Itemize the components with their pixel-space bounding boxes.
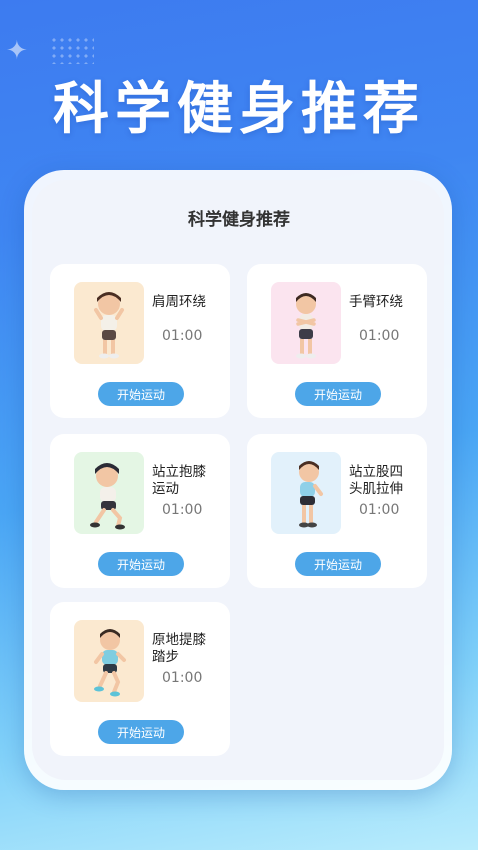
exercise-card[interactable]: 站立抱膝 运动 01:00 开始运动 — [50, 434, 230, 588]
exercise-card[interactable]: 原地提膝 踏步 01:00 开始运动 — [50, 602, 230, 756]
start-exercise-button[interactable]: 开始运动 — [295, 382, 381, 406]
exercise-name: 站立抱膝 运动 — [152, 464, 206, 497]
shirt — [102, 650, 118, 665]
exercise-duration: 01:00 — [359, 502, 400, 518]
pants — [102, 330, 116, 340]
exercise-name: 站立股四 头肌拉伸 — [349, 464, 403, 497]
figure-quad-stretch-icon — [271, 452, 341, 534]
hero-title: 科学健身推荐 — [53, 77, 425, 142]
decorative-dots — [50, 36, 94, 64]
exercise-name: 手臂环绕 — [349, 294, 403, 310]
exercise-duration: 01:00 — [162, 502, 203, 518]
exercise-duration: 01:00 — [359, 328, 400, 344]
shirt — [100, 487, 116, 502]
sparkle-icon: ✦ — [6, 36, 28, 66]
exercise-duration: 01:00 — [162, 328, 203, 344]
figure-arms-crossed-icon — [271, 282, 341, 364]
exercise-card[interactable]: 肩周环绕 01:00 开始运动 — [50, 264, 230, 418]
exercise-name: 肩周环绕 — [152, 294, 206, 310]
start-exercise-button[interactable]: 开始运动 — [98, 552, 184, 576]
figure-knee-hug-icon — [74, 452, 144, 534]
pants — [300, 496, 315, 505]
figure-marching-icon — [74, 620, 144, 702]
start-exercise-button[interactable]: 开始运动 — [98, 382, 184, 406]
start-exercise-button[interactable]: 开始运动 — [295, 552, 381, 576]
start-exercise-button[interactable]: 开始运动 — [98, 720, 184, 744]
shirt — [101, 315, 117, 331]
panel-title: 科学健身推荐 — [188, 210, 290, 230]
exercise-name: 原地提膝 踏步 — [152, 632, 206, 665]
exercise-duration: 01:00 — [162, 670, 203, 686]
exercise-card[interactable]: 站立股四 头肌拉伸 01:00 开始运动 — [247, 434, 427, 588]
shirt — [300, 482, 315, 497]
exercise-card[interactable]: 手臂环绕 01:00 开始运动 — [247, 264, 427, 418]
pants — [299, 329, 313, 339]
figure-hands-on-shoulders-icon — [74, 282, 144, 364]
